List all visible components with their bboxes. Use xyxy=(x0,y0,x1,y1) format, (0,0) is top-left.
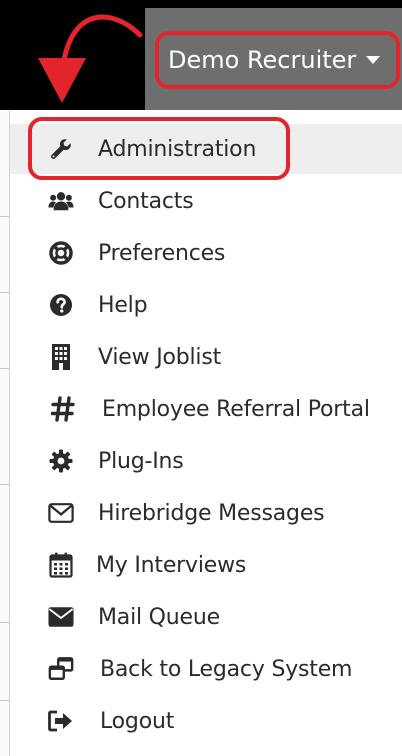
menu-item-preferences[interactable]: Preferences xyxy=(10,228,402,278)
divider xyxy=(0,216,10,217)
menu-item-label: Mail Queue xyxy=(98,604,220,630)
divider xyxy=(0,700,10,701)
menu-item-label: Contacts xyxy=(98,188,194,214)
user-name-label: Demo Recruiter xyxy=(168,46,357,74)
menu-item-logout[interactable]: Logout xyxy=(10,696,402,746)
question-circle-icon xyxy=(48,292,74,318)
menu-item-label: Employee Referral Portal xyxy=(102,396,370,422)
menu-item-back-to-legacy-system[interactable]: Back to Legacy System xyxy=(10,644,402,694)
envelope-outline-icon xyxy=(48,500,74,526)
sign-out-icon xyxy=(48,708,74,734)
menu-item-label: View Joblist xyxy=(98,344,222,370)
menu-item-label: Plug-Ins xyxy=(98,448,184,474)
menu-item-plug-ins[interactable]: Plug-Ins xyxy=(10,436,402,486)
menu-item-label: Hirebridge Messages xyxy=(98,500,325,526)
divider xyxy=(0,368,10,369)
menu-item-my-interviews[interactable]: My Interviews xyxy=(10,540,402,590)
menu-item-label: Preferences xyxy=(98,240,226,266)
building-icon xyxy=(48,344,74,370)
menu-item-administration[interactable]: Administration xyxy=(10,124,402,174)
hashtag-icon xyxy=(50,396,76,422)
background-page-edge xyxy=(0,110,10,756)
menu-item-label: Logout xyxy=(100,708,175,734)
menu-item-label: Help xyxy=(98,292,148,318)
caret-down-icon xyxy=(366,56,381,64)
envelope-icon xyxy=(48,604,74,630)
menu-item-hirebridge-messages[interactable]: Hirebridge Messages xyxy=(10,488,402,538)
menu-item-help[interactable]: Help xyxy=(10,280,402,330)
user-dropdown-menu: Administration Contacts Preferences Help… xyxy=(10,110,402,756)
menu-item-employee-referral-portal[interactable]: Employee Referral Portal xyxy=(10,384,402,434)
calendar-icon xyxy=(48,552,74,578)
gear-icon xyxy=(48,448,74,474)
menu-item-view-joblist[interactable]: View Joblist xyxy=(10,332,402,382)
divider xyxy=(0,484,10,485)
divider xyxy=(0,292,10,293)
window-restore-icon xyxy=(48,656,74,682)
divider xyxy=(0,622,10,623)
menu-item-mail-queue[interactable]: Mail Queue xyxy=(10,592,402,642)
top-navbar: Demo Recruiter xyxy=(0,0,402,110)
menu-item-label: My Interviews xyxy=(96,552,247,578)
menu-item-label: Administration xyxy=(98,136,257,162)
users-icon xyxy=(48,188,74,214)
life-ring-icon xyxy=(48,240,74,266)
menu-item-contacts[interactable]: Contacts xyxy=(10,176,402,226)
user-menu-toggle-button[interactable]: Demo Recruiter xyxy=(155,31,400,89)
menu-item-label: Back to Legacy System xyxy=(100,656,353,682)
wrench-icon xyxy=(48,136,74,162)
